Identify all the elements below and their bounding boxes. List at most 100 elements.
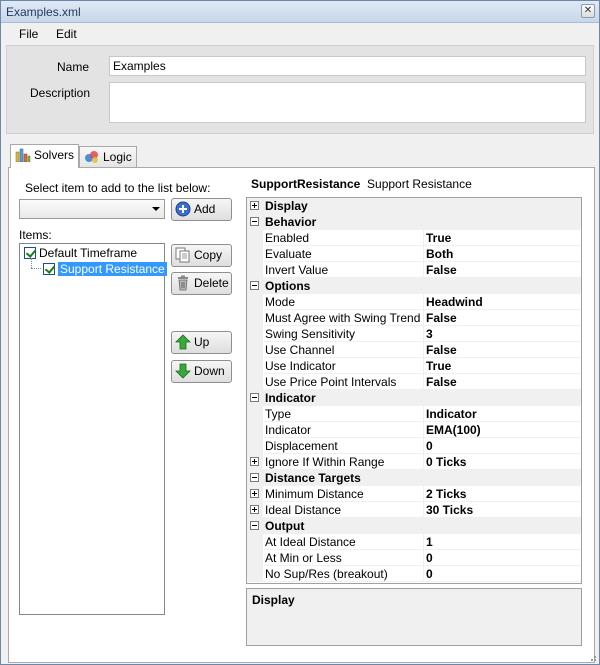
property-name: No Sup/Res (breakout) bbox=[264, 566, 424, 582]
property-value[interactable]: False bbox=[426, 342, 581, 358]
property-row[interactable]: Type Indicator bbox=[247, 406, 581, 422]
property-row[interactable]: Must Agree with Swing Trend False bbox=[247, 310, 581, 326]
property-value[interactable]: Both bbox=[426, 246, 581, 262]
collapse-icon[interactable] bbox=[250, 393, 259, 402]
property-row[interactable]: Use Price Point Intervals False bbox=[247, 374, 581, 390]
property-name: Evaluate bbox=[264, 246, 424, 262]
row-margin bbox=[247, 294, 263, 310]
property-value[interactable]: Indicator bbox=[426, 406, 581, 422]
category-margin bbox=[247, 470, 263, 486]
down-label: Down bbox=[194, 364, 225, 378]
category-margin bbox=[247, 278, 263, 294]
property-row[interactable]: Ideal Distance 30 Ticks bbox=[247, 502, 581, 518]
row-margin bbox=[247, 438, 263, 454]
expand-icon[interactable] bbox=[250, 457, 259, 466]
chevron-down-icon bbox=[152, 207, 160, 211]
name-field[interactable]: Examples bbox=[109, 56, 586, 76]
expand-icon[interactable] bbox=[250, 505, 259, 514]
category-margin bbox=[247, 214, 263, 230]
property-value[interactable]: False bbox=[426, 310, 581, 326]
property-value[interactable]: False bbox=[426, 374, 581, 390]
property-category[interactable]: Distance Targets bbox=[247, 470, 581, 486]
property-row[interactable]: Displacement 0 bbox=[247, 438, 581, 454]
properties-header: Name Examples Description bbox=[6, 45, 594, 134]
property-category[interactable]: Display bbox=[247, 198, 581, 214]
arrow-down-icon bbox=[175, 363, 191, 379]
row-margin bbox=[247, 246, 263, 262]
tree-item-label: Default Timeframe bbox=[39, 246, 138, 260]
up-label: Up bbox=[194, 335, 210, 349]
items-label: Items: bbox=[19, 228, 52, 242]
solver-type-dropdown[interactable] bbox=[19, 199, 165, 219]
property-category[interactable]: Indicator bbox=[247, 390, 581, 406]
property-value[interactable]: Headwind bbox=[426, 294, 581, 310]
property-row[interactable]: Invert Value False bbox=[247, 262, 581, 278]
tree-item-support-resistance[interactable]: Support Resistance bbox=[43, 261, 167, 277]
property-category[interactable]: Output bbox=[247, 518, 581, 534]
property-category[interactable]: Options bbox=[247, 278, 581, 294]
property-row[interactable]: Use Channel False bbox=[247, 342, 581, 358]
row-margin bbox=[247, 358, 263, 374]
property-description-panel: Display bbox=[246, 588, 582, 646]
property-name: Invert Value bbox=[264, 262, 424, 278]
property-row[interactable]: Swing Sensitivity 3 bbox=[247, 326, 581, 342]
property-name: Swing Sensitivity bbox=[264, 326, 424, 342]
resize-grip-icon[interactable] bbox=[587, 652, 597, 662]
collapse-icon[interactable] bbox=[250, 217, 259, 226]
property-row[interactable]: No Sup/Res (breakout) 0 bbox=[247, 566, 581, 582]
collapse-icon[interactable] bbox=[250, 281, 259, 290]
checkbox[interactable] bbox=[24, 247, 36, 259]
property-row[interactable]: At Min or Less 0 bbox=[247, 550, 581, 566]
category-label: Distance Targets bbox=[265, 471, 361, 485]
property-value[interactable]: True bbox=[426, 358, 581, 374]
property-name: Use Channel bbox=[264, 342, 424, 358]
property-value[interactable]: 0 bbox=[426, 550, 581, 566]
title-bar[interactable]: Examples.xml ✕ bbox=[1, 1, 599, 23]
property-name: Enabled bbox=[264, 230, 424, 246]
property-value[interactable]: True bbox=[426, 230, 581, 246]
property-name: Ideal Distance bbox=[264, 502, 424, 518]
property-value[interactable]: EMA(100) bbox=[426, 422, 581, 438]
tree-item-default-timeframe[interactable]: Default Timeframe bbox=[24, 245, 137, 261]
menu-file[interactable]: File bbox=[19, 27, 38, 41]
menu-edit[interactable]: Edit bbox=[56, 27, 77, 41]
property-category[interactable]: Behavior bbox=[247, 214, 581, 230]
property-row[interactable]: Ignore If Within Range 0 Ticks bbox=[247, 454, 581, 470]
window-title: Examples.xml bbox=[6, 5, 81, 19]
description-field[interactable] bbox=[109, 82, 586, 123]
property-row[interactable]: Enabled True bbox=[247, 230, 581, 246]
property-value[interactable]: 2 Ticks bbox=[426, 486, 581, 502]
delete-button[interactable]: Delete bbox=[171, 272, 232, 295]
tab-solvers[interactable]: Solvers bbox=[10, 144, 79, 168]
property-value[interactable]: 3 bbox=[426, 326, 581, 342]
property-row[interactable]: Indicator EMA(100) bbox=[247, 422, 581, 438]
property-value[interactable]: 0 bbox=[426, 438, 581, 454]
collapse-icon[interactable] bbox=[250, 521, 259, 530]
solvers-chart-icon bbox=[15, 148, 31, 162]
move-up-button[interactable]: Up bbox=[171, 331, 232, 354]
property-row[interactable]: Use Indicator True bbox=[247, 358, 581, 374]
property-row[interactable]: Minimum Distance 2 Ticks bbox=[247, 486, 581, 502]
copy-button[interactable]: Copy bbox=[171, 244, 232, 267]
add-button[interactable]: Add bbox=[171, 198, 232, 221]
property-value[interactable]: 1 bbox=[426, 534, 581, 550]
property-value[interactable]: 0 Ticks bbox=[426, 454, 581, 470]
expand-icon[interactable] bbox=[250, 201, 259, 210]
property-name: At Ideal Distance bbox=[264, 534, 424, 550]
property-row[interactable]: Mode Headwind bbox=[247, 294, 581, 310]
expand-icon[interactable] bbox=[250, 489, 259, 498]
property-grid[interactable]: Display Behavior Enabled True Evaluate Both In… bbox=[246, 197, 582, 584]
property-value[interactable]: False bbox=[426, 262, 581, 278]
property-row[interactable]: At Ideal Distance 1 bbox=[247, 534, 581, 550]
property-row[interactable]: Evaluate Both bbox=[247, 246, 581, 262]
row-margin bbox=[247, 262, 263, 278]
tab-logic[interactable]: Logic bbox=[79, 146, 137, 168]
property-value[interactable]: 0 bbox=[426, 566, 581, 582]
items-tree[interactable] bbox=[19, 243, 165, 615]
property-name: At Min or Less bbox=[264, 550, 424, 566]
property-value[interactable]: 30 Ticks bbox=[426, 502, 581, 518]
close-button[interactable]: ✕ bbox=[581, 4, 595, 18]
checkbox[interactable] bbox=[43, 263, 55, 275]
move-down-button[interactable]: Down bbox=[171, 360, 232, 383]
collapse-icon[interactable] bbox=[250, 473, 259, 482]
